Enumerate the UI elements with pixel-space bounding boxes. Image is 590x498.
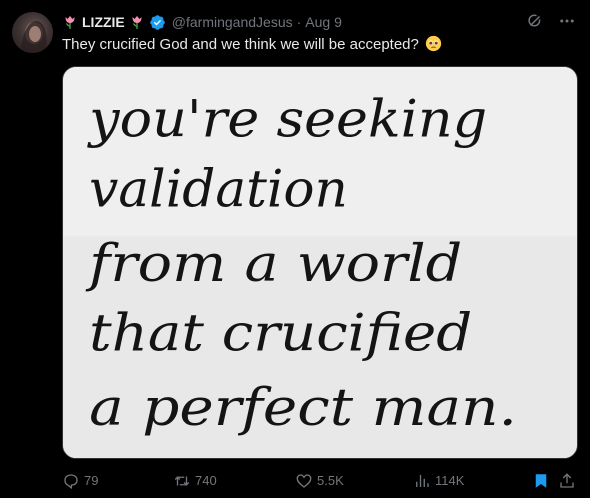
tulip-icon <box>129 14 145 30</box>
author-display-name[interactable]: LIZZIE <box>82 14 125 30</box>
separator-dot: · <box>296 14 302 30</box>
reply-count: 79 <box>84 473 99 488</box>
author-handle[interactable]: @farmingandJesus <box>172 14 293 30</box>
image-text-line: a perfect man. <box>89 378 517 438</box>
retweet-icon <box>174 476 190 486</box>
tweet-text-body: They crucified God and we think we will … <box>62 36 419 53</box>
tulip-icon <box>62 14 78 30</box>
heart-icon <box>296 474 312 488</box>
image-text-line: that crucified <box>89 304 472 364</box>
tweet-date[interactable]: Aug 9 <box>305 14 342 30</box>
more-options-icon[interactable] <box>558 12 576 30</box>
like-count: 5.5K <box>317 473 344 488</box>
tweet-image[interactable]: you're seeking validation from a world t… <box>62 66 578 459</box>
tweet-actions-bar: 79 740 5.5K 114K <box>62 472 578 492</box>
retweet-button[interactable]: 740 <box>173 472 217 490</box>
share-button[interactable] <box>558 472 576 490</box>
analytics-icon <box>416 475 429 487</box>
retweet-count: 740 <box>195 473 217 488</box>
tweet-text: They crucified God and we think we will … <box>62 35 572 55</box>
reply-icon <box>64 474 78 490</box>
bookmark-icon <box>535 474 547 488</box>
grok-icon[interactable] <box>526 12 544 30</box>
tweet[interactable]: LIZZIE @farmingandJesus · Aug 9 They cru… <box>0 0 590 498</box>
bookmark-button[interactable] <box>532 472 550 490</box>
image-text-line: you're seeking <box>87 90 487 150</box>
tweet-top-actions <box>526 12 576 30</box>
image-text-line: validation <box>89 159 348 219</box>
reply-button[interactable]: 79 <box>62 472 98 490</box>
avatar[interactable] <box>12 12 53 53</box>
pleading-face-icon <box>425 35 442 52</box>
like-button[interactable]: 5.5K <box>295 472 344 490</box>
image-text-line: from a world <box>85 234 463 294</box>
views-count: 114K <box>435 473 465 488</box>
views-button[interactable]: 114K <box>413 472 464 490</box>
verified-badge-icon[interactable] <box>149 14 166 31</box>
tweet-header: LIZZIE @farmingandJesus · Aug 9 <box>62 12 342 32</box>
share-icon <box>560 473 574 488</box>
